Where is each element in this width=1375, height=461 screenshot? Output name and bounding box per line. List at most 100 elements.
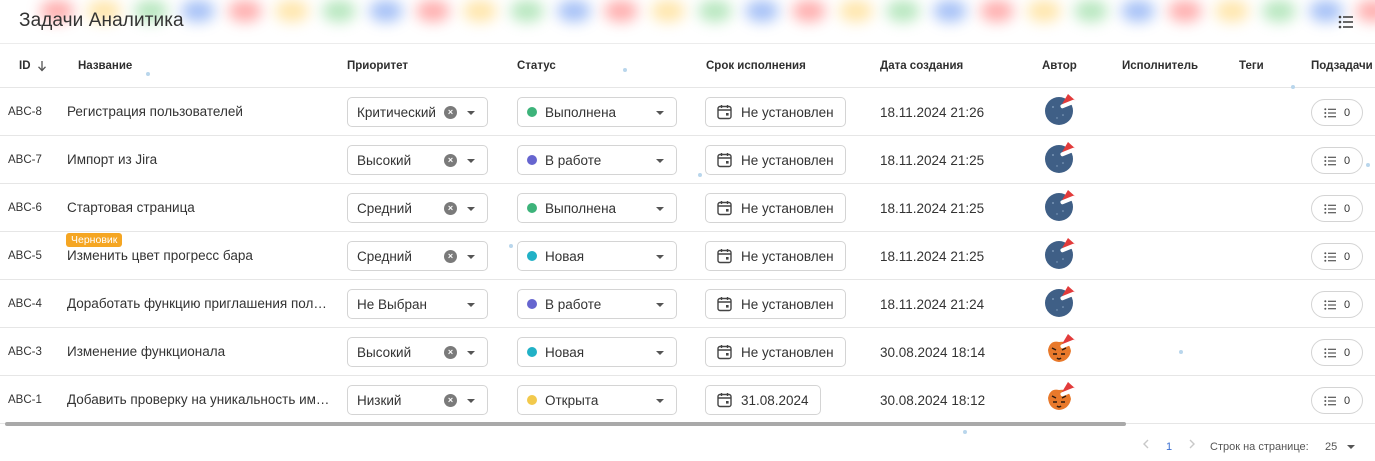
table-row[interactable]: ABC-8 Регистрация пользователей Критически… <box>0 88 1375 136</box>
priority-select[interactable]: Не Выбран <box>347 289 488 319</box>
snowflake-decoration <box>698 173 702 177</box>
subtasks-button[interactable]: 0 <box>1311 339 1363 366</box>
prev-page-button[interactable] <box>1142 438 1150 453</box>
priority-select[interactable]: Высокий × <box>347 145 488 175</box>
task-name-link[interactable]: Изменить цвет прогресс бара <box>67 232 332 280</box>
view-settings-button[interactable] <box>1336 12 1356 32</box>
subtasks-button[interactable]: 0 <box>1311 387 1363 414</box>
clear-priority-icon[interactable]: × <box>444 394 457 407</box>
priority-select[interactable]: Критический × <box>347 97 488 127</box>
tiger-avatar-image <box>1046 382 1080 412</box>
table-row[interactable]: ABC-1 Добавить проверку на уникальность и… <box>0 376 1375 424</box>
user-avatar-image <box>1045 142 1080 173</box>
caret-down-icon <box>656 255 664 259</box>
due-date-picker[interactable]: Не установлен <box>705 337 846 367</box>
caret-down-icon <box>656 399 664 403</box>
next-page-button[interactable] <box>1188 438 1196 453</box>
status-select[interactable]: В работе <box>517 145 677 175</box>
status-select[interactable]: Выполнена <box>517 97 677 127</box>
author-avatar[interactable] <box>1045 382 1080 416</box>
created-date: 30.08.2024 18:14 <box>880 344 986 360</box>
subtasks-button[interactable]: 0 <box>1311 99 1363 126</box>
snowflake-decoration <box>1179 350 1183 354</box>
subtasks-button[interactable]: 0 <box>1311 147 1363 174</box>
column-header-assignee[interactable]: Исполнитель <box>1122 60 1198 72</box>
column-header-id[interactable]: ID <box>19 60 47 72</box>
snowflake-decoration <box>1291 85 1295 89</box>
clear-priority-icon[interactable]: × <box>444 250 457 263</box>
clear-priority-icon[interactable]: × <box>444 154 457 167</box>
author-avatar[interactable] <box>1045 334 1080 368</box>
column-header-status[interactable]: Статус <box>517 60 556 72</box>
task-name-link[interactable]: Регистрация пользователей <box>67 88 332 136</box>
status-select[interactable]: Новая <box>517 337 677 367</box>
created-date: 18.11.2024 21:25 <box>880 152 985 168</box>
column-header-author[interactable]: Автор <box>1042 60 1077 72</box>
sort-arrow-down-icon[interactable] <box>37 60 47 72</box>
subtasks-count: 0 <box>1343 154 1351 167</box>
subtasks-count: 0 <box>1343 298 1351 311</box>
author-avatar[interactable] <box>1045 286 1080 320</box>
priority-select[interactable]: Средний × <box>347 193 488 223</box>
column-header-name[interactable]: Название <box>78 60 132 72</box>
caret-down-icon <box>467 351 475 355</box>
task-name-link[interactable]: Стартовая страница <box>67 184 332 232</box>
status-value: Новая <box>545 344 585 360</box>
chevron-right-icon <box>1189 439 1195 449</box>
column-header-priority[interactable]: Приоритет <box>347 60 408 72</box>
column-header-due[interactable]: Срок исполнения <box>706 60 806 72</box>
status-value: Выполнена <box>545 200 617 216</box>
column-header-tags[interactable]: Теги <box>1239 60 1264 72</box>
status-select[interactable]: В работе <box>517 289 677 319</box>
caret-down-icon <box>467 111 475 115</box>
table-row[interactable]: ABC-5 Черновик Изменить цвет прогресс бара… <box>0 232 1375 280</box>
due-date-picker[interactable]: Не установлен <box>705 97 846 127</box>
priority-select[interactable]: Высокий × <box>347 337 488 367</box>
due-date-picker[interactable]: Не установлен <box>705 145 846 175</box>
column-header-subtasks[interactable]: Подзадачи <box>1311 60 1373 72</box>
created-date: 18.11.2024 21:25 <box>880 200 985 216</box>
clear-priority-icon[interactable]: × <box>444 202 457 215</box>
author-avatar[interactable] <box>1045 94 1080 128</box>
rows-per-page-select[interactable]: 25 <box>1325 441 1356 453</box>
task-id: ABC-7 <box>8 154 42 166</box>
status-select[interactable]: Новая <box>517 241 677 271</box>
author-avatar[interactable] <box>1045 142 1080 176</box>
task-name-link[interactable]: Доработать функцию приглашения пользоват… <box>67 280 332 328</box>
snowflake-decoration <box>509 244 513 248</box>
clear-priority-icon[interactable]: × <box>444 346 457 359</box>
status-dot-icon <box>527 251 537 261</box>
task-name-link[interactable]: Импорт из Jira <box>67 136 332 184</box>
due-date-picker[interactable]: Не установлен <box>705 289 846 319</box>
priority-select[interactable]: Низкий × <box>347 385 488 415</box>
horizontal-scrollbar[interactable] <box>5 422 1126 426</box>
column-header-created[interactable]: Дата создания <box>880 60 963 72</box>
subtasks-button[interactable]: 0 <box>1311 195 1363 222</box>
status-select[interactable]: Открыта <box>517 385 677 415</box>
due-date-picker[interactable]: 31.08.2024 <box>705 385 821 415</box>
task-name-link[interactable]: Изменение функционала <box>67 328 332 376</box>
subtasks-button[interactable]: 0 <box>1311 291 1363 318</box>
subtasks-list-icon <box>1324 395 1336 406</box>
clear-priority-icon[interactable]: × <box>444 106 457 119</box>
priority-select[interactable]: Средний × <box>347 241 488 271</box>
table-row[interactable]: ABC-6 Стартовая страница Средний × Выполнена… <box>0 184 1375 232</box>
subtasks-count: 0 <box>1343 106 1351 119</box>
table-row[interactable]: ABC-7 Импорт из Jira Высокий × В работе Не ус… <box>0 136 1375 184</box>
due-date-picker[interactable]: Не установлен <box>705 193 846 223</box>
author-avatar[interactable] <box>1045 238 1080 272</box>
subtasks-button[interactable]: 0 <box>1311 243 1363 270</box>
task-name-link[interactable]: Добавить проверку на уникальность имени <box>67 376 332 424</box>
subtasks-list-icon <box>1324 299 1336 310</box>
priority-value: Низкий <box>357 392 402 408</box>
author-avatar[interactable] <box>1045 190 1080 224</box>
current-page[interactable]: 1 <box>1166 441 1172 453</box>
table-row[interactable]: ABC-4 Доработать функцию приглашения поль… <box>0 280 1375 328</box>
priority-value: Средний <box>357 248 412 264</box>
table-row[interactable]: ABC-3 Изменение функционала Высокий × Новая Н… <box>0 328 1375 376</box>
status-select[interactable]: Выполнена <box>517 193 677 223</box>
due-date-value: Не установлен <box>741 296 834 312</box>
created-date: 18.11.2024 21:26 <box>880 104 985 120</box>
due-date-picker[interactable]: Не установлен <box>705 241 846 271</box>
subtasks-count: 0 <box>1343 250 1351 263</box>
